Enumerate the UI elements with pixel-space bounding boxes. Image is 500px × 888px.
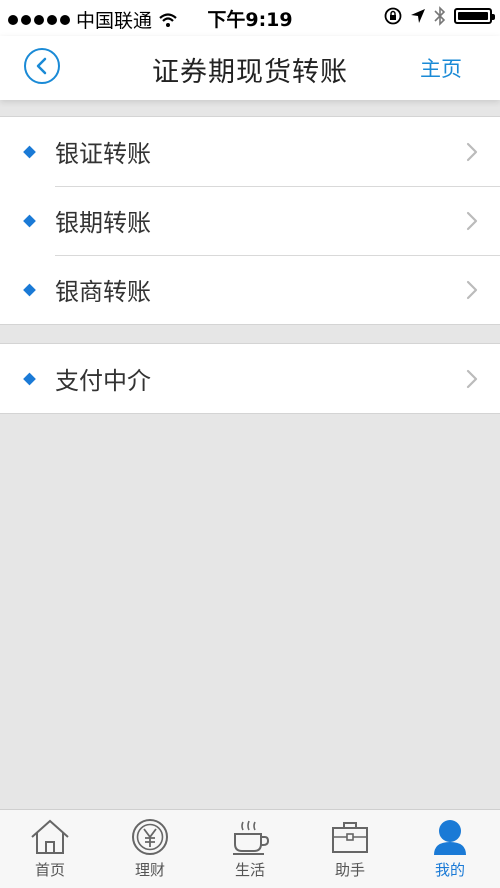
list-item-label: 支付中介 [55, 367, 151, 395]
chevron-right-icon [466, 280, 478, 299]
home-icon [31, 819, 69, 854]
tab-label: 理财 [134, 861, 165, 879]
nav-bar: 证券期现货转账 主页 [0, 36, 500, 100]
tab-label: 生活 [234, 861, 265, 879]
payment-group: 支付中介 [0, 343, 500, 414]
tab-label: 助手 [334, 861, 365, 879]
tab-assistant[interactable]: 助手 [300, 810, 400, 888]
tab-mine[interactable]: 我的 [400, 810, 500, 888]
list-item-bank-securities[interactable]: 银证转账 [0, 117, 500, 186]
list-item-bank-commerce[interactable]: 银商转账 [0, 255, 500, 324]
chevron-right-icon [466, 142, 478, 161]
transfer-group: 银证转账 银期转账 银商转账 [0, 116, 500, 325]
yen-coin-icon [132, 819, 168, 855]
status-bar: 中国联通 下午9:19 [0, 0, 500, 36]
status-right [384, 6, 495, 26]
rotation-lock-icon [384, 7, 402, 25]
list-item-label: 银商转账 [55, 278, 151, 306]
list-item-bank-futures[interactable]: 银期转账 [0, 186, 500, 255]
tab-finance[interactable]: 理财 [100, 810, 200, 888]
list-item-label: 银期转账 [55, 209, 151, 237]
list-item-label: 银证转账 [55, 140, 151, 168]
home-link[interactable]: 主页 [420, 53, 462, 83]
tab-home[interactable]: 首页 [0, 810, 100, 888]
chevron-right-icon [466, 211, 478, 230]
diamond-bullet-icon [23, 145, 36, 158]
tab-label: 我的 [434, 861, 465, 879]
coffee-cup-icon [233, 820, 270, 855]
tab-life[interactable]: 生活 [200, 810, 300, 888]
battery-icon [454, 8, 495, 24]
briefcase-icon [332, 822, 368, 853]
chevron-right-icon [466, 369, 478, 388]
diamond-bullet-icon [23, 214, 36, 227]
diamond-bullet-icon [23, 372, 36, 385]
tab-label: 首页 [34, 861, 65, 879]
user-icon [434, 820, 466, 855]
list-item-payment-intermediary[interactable]: 支付中介 [0, 344, 500, 413]
location-icon [411, 9, 425, 23]
diamond-bullet-icon [23, 283, 36, 296]
bluetooth-icon [434, 6, 446, 26]
tab-bar: 首页 理财 生活 助手 我的 [0, 809, 500, 888]
